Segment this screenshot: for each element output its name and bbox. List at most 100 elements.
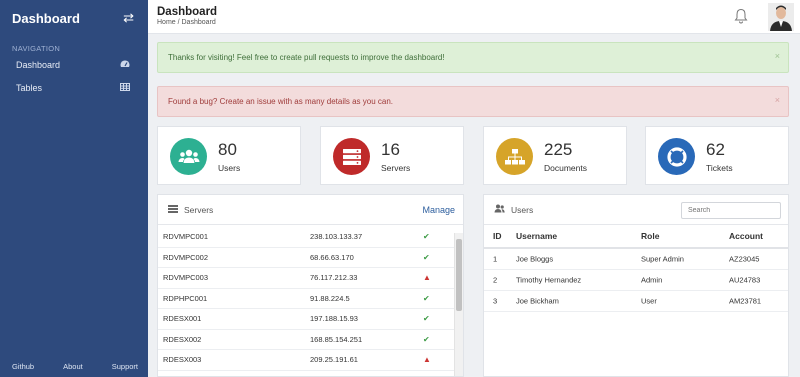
column-header-id[interactable]: ID <box>493 231 502 241</box>
user-username: Timothy Hernandez <box>516 275 582 285</box>
users-icon <box>494 204 505 215</box>
swap-icon[interactable]: ⇄ <box>123 10 134 26</box>
stat-label: Documents <box>544 163 587 173</box>
search-input[interactable] <box>681 202 781 219</box>
servers-panel: Servers Manage RDVMPC001 238.103.133.37 ✔ R… <box>157 194 464 377</box>
user-account: AZ23045 <box>729 254 760 264</box>
footer-link-support[interactable]: Support <box>112 362 138 371</box>
stat-card-servers: 16 Servers <box>320 126 464 185</box>
server-ip: 91.88.224.5 <box>310 293 350 303</box>
list-icon <box>168 204 178 215</box>
warning-icon: ▲ <box>423 355 431 365</box>
stat-card-documents: 225 Documents <box>483 126 627 185</box>
check-icon: ✔ <box>423 334 430 344</box>
user-role: User <box>641 296 657 306</box>
close-icon[interactable]: × <box>775 51 780 61</box>
stat-value: 225 <box>544 140 573 159</box>
stat-label: Servers <box>381 163 411 173</box>
avatar[interactable] <box>768 3 794 31</box>
user-account: AU24783 <box>729 275 761 285</box>
table-row[interactable]: RDVMPC001 238.103.133.37 ✔ <box>158 227 463 248</box>
table-row[interactable]: 1 Joe Bloggs Super Admin AZ23045 <box>484 249 788 270</box>
server-ip: 197.188.15.93 <box>310 314 358 324</box>
topbar: Dashboard Home / Dashboard <box>148 0 800 34</box>
close-icon[interactable]: × <box>775 95 780 105</box>
server-name: RDESX002 <box>163 334 202 344</box>
user-username: Joe Bloggs <box>516 254 554 264</box>
footer-link-about[interactable]: About <box>63 362 83 371</box>
brand-title[interactable]: Dashboard <box>12 11 80 26</box>
sidebar-header: Dashboard ⇄ <box>0 0 148 36</box>
server-ip: 168.85.154.251 <box>310 334 363 344</box>
servers-panel-title: Servers <box>184 204 214 215</box>
stat-label: Users <box>218 163 241 173</box>
server-name: RDPHPC001 <box>163 293 208 303</box>
server-name: RDESX001 <box>163 314 202 324</box>
users-table-header: ID Username Role Account <box>484 225 788 249</box>
stat-card-users: 80 Users <box>157 126 301 185</box>
check-icon: ✔ <box>423 232 430 242</box>
users-icon <box>170 138 207 175</box>
success-alert-text: Thanks for visiting! Feel free to create… <box>168 53 445 62</box>
sidebar: Dashboard ⇄ NAVIGATION Dashboard Tables … <box>0 0 148 377</box>
server-icon <box>333 138 370 175</box>
tachometer-icon <box>120 59 130 70</box>
footer-link-github[interactable]: Github <box>12 362 34 371</box>
stat-label: Tickets <box>706 163 733 173</box>
table-icon <box>120 82 130 93</box>
check-icon: ✔ <box>423 293 430 303</box>
sidebar-item-dashboard[interactable]: Dashboard <box>0 53 148 76</box>
page-title: Dashboard <box>157 6 218 18</box>
check-icon: ✔ <box>423 252 430 262</box>
users-panel-header: Users <box>484 195 788 225</box>
check-icon: ✔ <box>423 314 430 324</box>
server-ip: 209.25.191.61 <box>310 355 358 365</box>
sidebar-item-tables[interactable]: Tables <box>0 76 148 99</box>
nav-section-label: NAVIGATION <box>12 44 61 53</box>
success-alert: Thanks for visiting! Feel free to create… <box>157 42 789 73</box>
server-name: RDVMPC003 <box>163 273 209 283</box>
servers-panel-header: Servers Manage <box>158 195 463 225</box>
users-panel: Users ID Username Role Account 1 Joe Blog… <box>483 194 789 377</box>
bell-icon[interactable] <box>734 8 748 24</box>
servers-table: RDVMPC001 238.103.133.37 ✔ RDVMPC002 68.66.6… <box>158 225 463 371</box>
user-id: 1 <box>493 254 498 264</box>
stat-value: 16 <box>381 140 400 159</box>
users-panel-title: Users <box>511 204 534 215</box>
user-id: 2 <box>493 275 498 285</box>
user-role: Admin <box>641 275 663 285</box>
warning-icon: ▲ <box>423 273 431 283</box>
table-row[interactable]: RDESX001 197.188.15.93 ✔ <box>158 309 463 330</box>
stat-value: 62 <box>706 140 725 159</box>
danger-alert-text: Found a bug? Create an issue with as man… <box>168 97 394 106</box>
breadcrumb[interactable]: Home / Dashboard <box>157 19 216 26</box>
table-row[interactable]: RDESX003 209.25.191.61 ▲ <box>158 350 463 371</box>
life-ring-icon <box>658 138 695 175</box>
table-row[interactable]: RDVMPC002 68.66.63.170 ✔ <box>158 248 463 268</box>
server-ip: 68.66.63.170 <box>310 252 354 262</box>
scrollbar-thumb[interactable] <box>456 239 462 311</box>
server-ip: 238.103.133.37 <box>310 232 363 242</box>
user-username: Joe Bickham <box>516 296 559 306</box>
table-row[interactable]: RDESX002 168.85.154.251 ✔ <box>158 330 463 350</box>
table-row[interactable]: 3 Joe Bickham User AM23781 <box>484 291 788 312</box>
stat-value: 80 <box>218 140 237 159</box>
sidebar-footer: Github About Support <box>0 362 148 371</box>
users-table: 1 Joe Bloggs Super Admin AZ23045 2 Timothy He… <box>484 249 788 312</box>
user-role: Super Admin <box>641 254 684 264</box>
user-account: AM23781 <box>729 296 762 306</box>
table-row[interactable]: 2 Timothy Hernandez Admin AU24783 <box>484 270 788 291</box>
danger-alert: Found a bug? Create an issue with as man… <box>157 86 789 117</box>
server-ip: 76.117.212.33 <box>310 273 358 283</box>
sitemap-icon <box>496 138 533 175</box>
sidebar-item-label: Tables <box>16 82 43 93</box>
scrollbar[interactable] <box>454 233 463 376</box>
stat-card-tickets: 62 Tickets <box>645 126 789 185</box>
column-header-account[interactable]: Account <box>729 231 763 241</box>
manage-link[interactable]: Manage <box>422 205 455 215</box>
column-header-username[interactable]: Username <box>516 231 557 241</box>
table-row[interactable]: RDPHPC001 91.88.224.5 ✔ <box>158 289 463 309</box>
column-header-role[interactable]: Role <box>641 231 659 241</box>
server-name: RDVMPC001 <box>163 232 209 242</box>
table-row[interactable]: RDVMPC003 76.117.212.33 ▲ <box>158 268 463 289</box>
